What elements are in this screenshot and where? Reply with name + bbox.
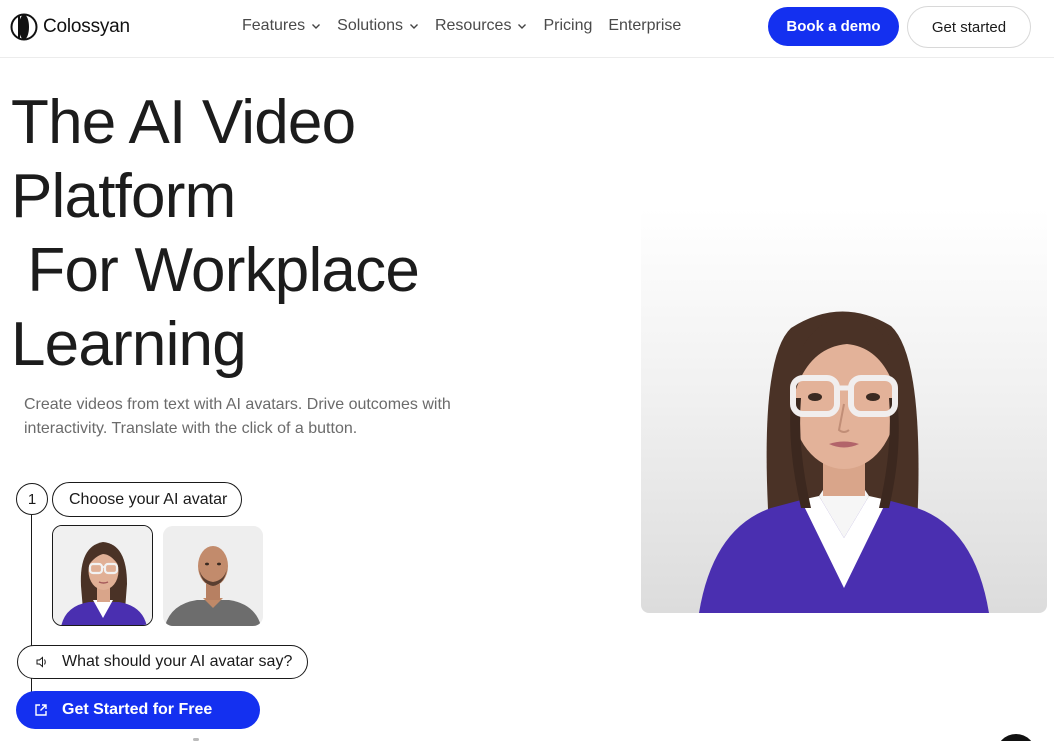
book-demo-button[interactable]: Book a demo [768, 7, 899, 46]
avatar-option-male[interactable] [163, 526, 263, 626]
step-number: 1 [16, 483, 48, 515]
logo-text: Colossyan [43, 16, 130, 37]
chevron-down-icon [312, 24, 321, 29]
avatar-script-label: What should your AI avatar say? [62, 653, 293, 670]
nav-item-label: Enterprise [608, 17, 682, 34]
hero-title-line: Learning [11, 310, 247, 379]
hero-avatar-image [641, 208, 1047, 613]
logo[interactable]: Colossyan [10, 13, 130, 41]
nav-item-resources[interactable]: Resources [435, 16, 527, 36]
choose-avatar-label: Choose your AI avatar [52, 482, 242, 517]
get-started-button[interactable]: Get started [907, 6, 1031, 48]
nav-links: Features Solutions Resources Pricing Ent… [242, 16, 697, 36]
hero-title-line: The AI Video [11, 88, 356, 157]
nav-item-features[interactable]: Features [242, 16, 321, 36]
chevron-down-icon [409, 24, 418, 29]
colossyan-logo-icon [10, 13, 38, 41]
hero-title: The AI Video Platform For Workplace Lear… [11, 86, 420, 382]
nav-item-label: Solutions [337, 17, 403, 34]
avatar-option-female[interactable] [52, 525, 153, 626]
nav-item-label: Features [242, 17, 306, 34]
male-avatar-icon [163, 526, 263, 626]
nav-item-pricing[interactable]: Pricing [543, 16, 592, 36]
avatar-script-field[interactable]: What should your AI avatar say? [17, 645, 308, 679]
get-started-free-label: Get Started for Free [62, 701, 213, 718]
ai-avatar-portrait [699, 311, 989, 613]
hero-title-line: For Workplace [11, 236, 419, 305]
hero-subtitle: Create videos from text with AI avatars.… [24, 396, 451, 437]
get-started-free-button[interactable]: Get Started for Free [16, 691, 260, 729]
speaker-icon [36, 656, 46, 668]
top-navigation: Colossyan Features Solutions Resources P… [0, 0, 1054, 58]
hero-title-line: Platform [11, 162, 236, 231]
nav-item-label: Resources [434, 17, 512, 34]
nav-item-solutions[interactable]: Solutions [337, 16, 419, 36]
external-link-icon [35, 704, 47, 716]
nav-item-enterprise[interactable]: Enterprise [608, 16, 681, 36]
female-avatar-icon [53, 526, 152, 625]
chat-widget-button[interactable] [996, 734, 1036, 741]
chevron-down-icon [518, 24, 527, 29]
nav-item-label: Pricing [543, 17, 593, 34]
